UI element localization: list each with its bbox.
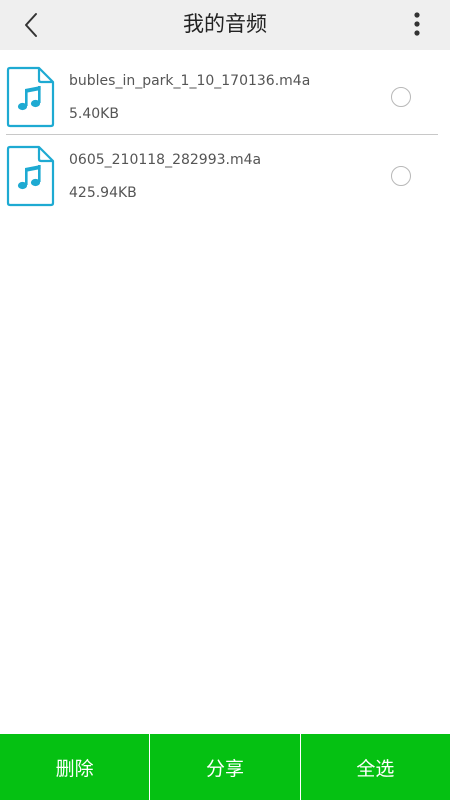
audio-file-icon (6, 145, 55, 207)
bottom-action-bar: 删除 分享 全选 (0, 734, 450, 800)
list-item[interactable]: bubles_in_park_1_10_170136.m4a 5.40KB (0, 56, 450, 135)
share-button[interactable]: 分享 (150, 734, 300, 800)
delete-button[interactable]: 删除 (0, 734, 150, 800)
top-bar: 我的音频 (0, 0, 450, 50)
list-item[interactable]: 0605_210118_282993.m4a 425.94KB (0, 135, 450, 214)
audio-file-list: bubles_in_park_1_10_170136.m4a 5.40KB 06… (0, 56, 450, 214)
audio-file-icon (6, 66, 55, 128)
file-size: 425.94KB (69, 185, 137, 201)
select-all-button[interactable]: 全选 (300, 734, 450, 800)
file-name: 0605_210118_282993.m4a (69, 152, 262, 168)
file-name: bubles_in_park_1_10_170136.m4a (69, 73, 311, 89)
select-radio[interactable] (391, 166, 411, 186)
my-audio-screen: 我的音频 bubles_in_park_1_10_170136.m4a 5.40… (0, 0, 450, 800)
page-title: 我的音频 (183, 12, 267, 36)
more-options-button[interactable] (402, 9, 432, 39)
select-radio[interactable] (391, 87, 411, 107)
more-vertical-icon (414, 12, 420, 36)
file-size: 5.40KB (69, 106, 119, 122)
